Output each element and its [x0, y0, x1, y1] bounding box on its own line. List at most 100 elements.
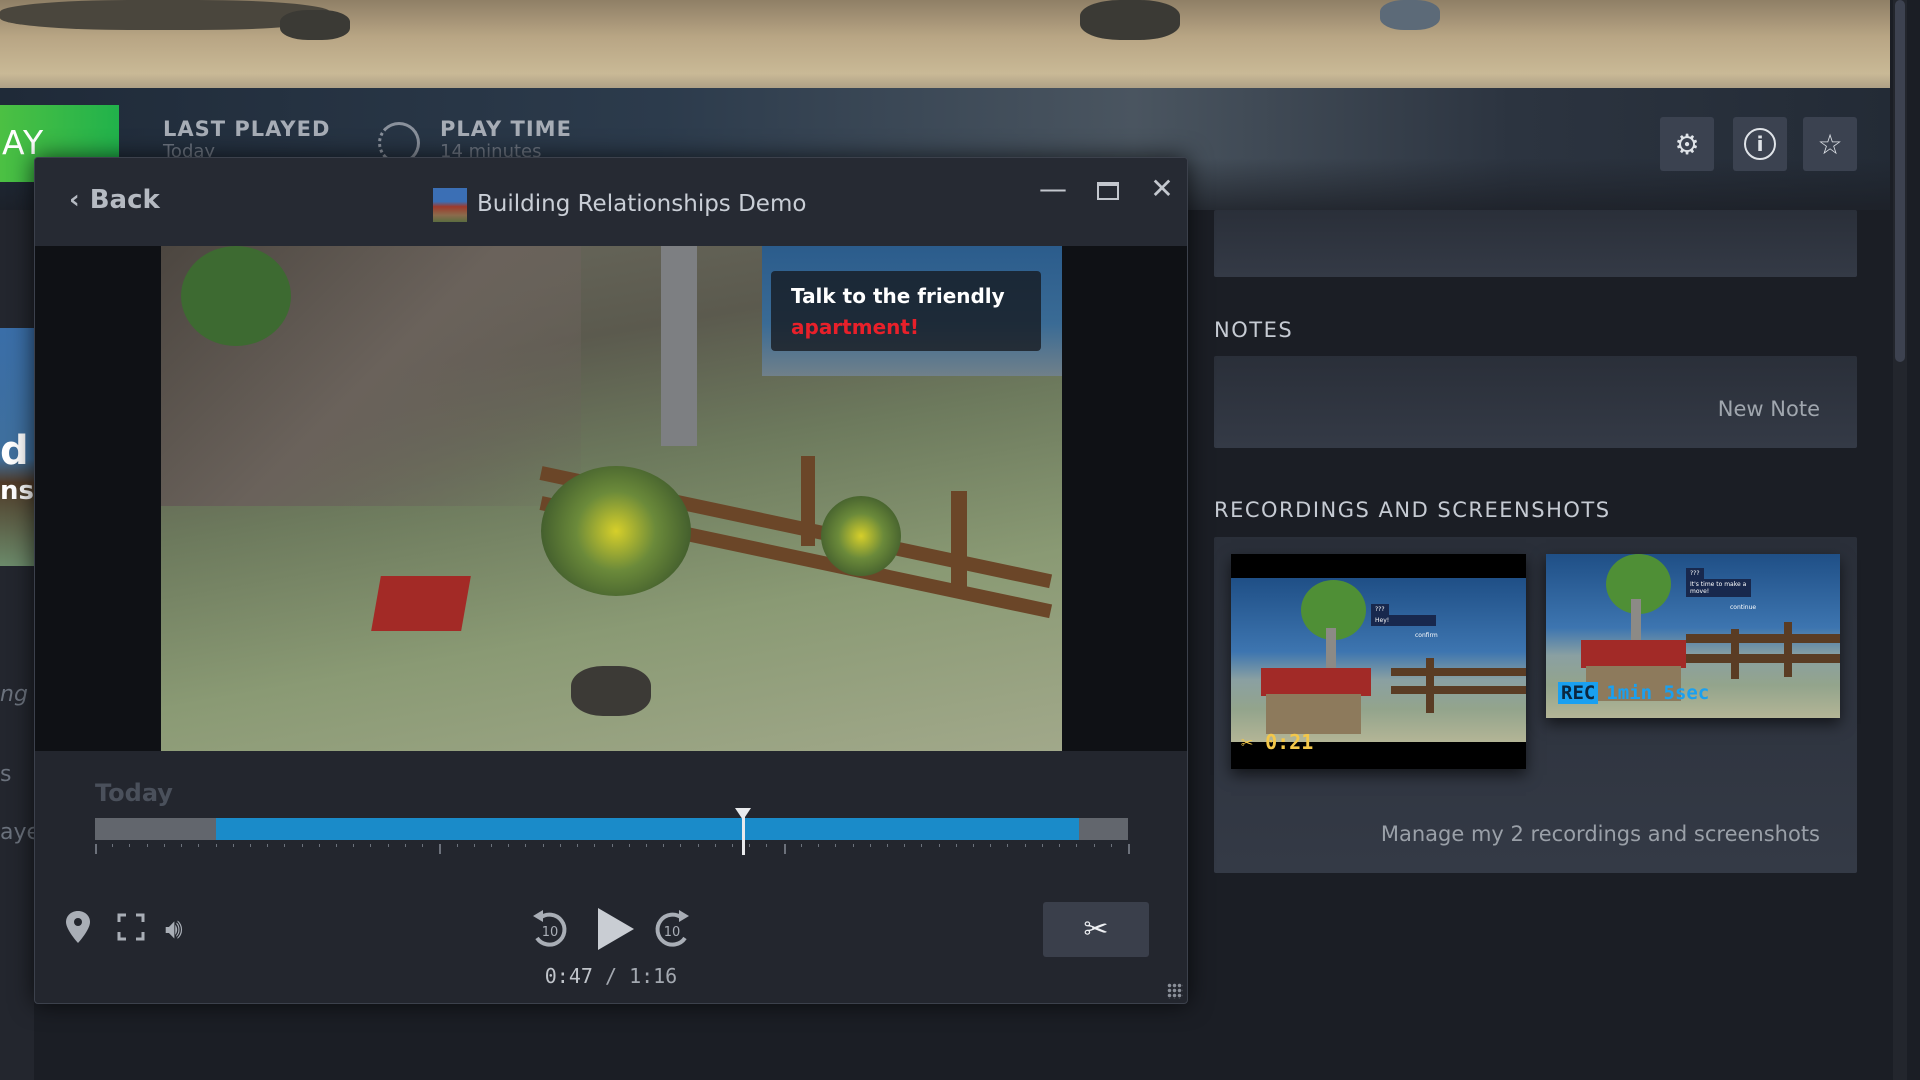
player-title: Building Relationships Demo — [477, 191, 807, 217]
timeline-tick — [129, 844, 131, 847]
last-played: LAST PLAYED Today — [163, 117, 330, 162]
timeline-tick — [697, 844, 699, 847]
game-hero-image — [0, 0, 1890, 92]
timeline-tick — [663, 844, 665, 847]
rewind-10-button[interactable]: 10 — [530, 908, 570, 957]
timeline-tick — [645, 844, 647, 847]
timeline-tick — [559, 844, 561, 847]
rewind-10-icon: 10 — [533, 910, 567, 947]
play-time: PLAY TIME 14 minutes — [440, 117, 572, 162]
timeline-tick — [749, 844, 751, 847]
recordings-heading: RECORDINGS AND SCREENSHOTS — [1214, 498, 1611, 522]
scrollbar[interactable] — [1893, 0, 1907, 1080]
timeline-tick — [422, 844, 424, 847]
timeline-tick — [1093, 844, 1095, 847]
clip-range[interactable] — [215, 818, 1080, 840]
timeline-tick — [1059, 844, 1061, 847]
info-button[interactable]: i — [1733, 117, 1787, 171]
video-viewport[interactable]: Talk to the friendly apartment! — [35, 246, 1187, 751]
resize-handle[interactable] — [1167, 983, 1183, 999]
notes-box[interactable]: New Note — [1214, 356, 1857, 448]
timeline-tick — [490, 844, 492, 847]
timeline-tick — [904, 844, 906, 847]
timeline-tick — [611, 844, 613, 847]
recordings-box: ??? Hey! confirm ✂ 0:21 ??? It's time to… — [1214, 537, 1857, 873]
volume-button[interactable]: 🔊︎ — [165, 912, 183, 946]
timeline-tick — [336, 844, 338, 847]
timeline-tick — [818, 844, 820, 847]
timeline-tick — [1128, 844, 1130, 854]
timeline-tick — [318, 844, 320, 847]
timeline-tick — [404, 844, 406, 847]
fullscreen-button[interactable] — [117, 913, 145, 948]
timeline-tick — [267, 844, 269, 847]
manage-recordings-link[interactable]: Manage my 2 recordings and screenshots — [1381, 822, 1820, 846]
clip-thumbnail[interactable]: ??? Hey! confirm ✂ 0:21 — [1231, 554, 1526, 769]
notes-heading: NOTES — [1214, 318, 1294, 342]
video-frame: Talk to the friendly apartment! — [161, 246, 1062, 751]
rec-badge: REC — [1558, 682, 1599, 704]
game-icon — [433, 188, 467, 222]
timeline-tick — [542, 844, 544, 847]
timeline-tick — [1024, 844, 1026, 847]
timeline-tick — [249, 844, 251, 847]
scrollbar-thumb[interactable] — [1895, 0, 1905, 362]
timeline-tick — [95, 844, 97, 854]
volume-icon: 🔊︎ — [165, 912, 183, 945]
settings-button[interactable]: ⚙ — [1660, 117, 1714, 171]
timeline-tick — [508, 844, 510, 847]
playhead[interactable] — [734, 808, 751, 855]
marker-button[interactable] — [65, 910, 91, 951]
timeline-tick — [198, 844, 200, 847]
play-time-label: PLAY TIME — [440, 117, 572, 141]
timeline-tick — [163, 844, 165, 847]
timeline-tick — [301, 844, 303, 847]
timeline-track[interactable] — [95, 818, 1128, 840]
timeline-tick — [852, 844, 854, 847]
maximize-button[interactable] — [1088, 174, 1128, 207]
timeline-tick — [353, 844, 355, 847]
favorite-button[interactable]: ☆ — [1803, 117, 1857, 171]
forward-10-button[interactable]: 10 — [652, 908, 692, 957]
left-text-2: s — [0, 762, 12, 787]
timeline-tick — [284, 844, 286, 847]
clip-button[interactable]: ✂ — [1043, 902, 1149, 957]
recording-duration: 1min 5sec — [1606, 682, 1710, 704]
timeline-tick — [439, 844, 442, 854]
play-button-player[interactable] — [596, 906, 636, 956]
timeline-tick — [714, 844, 716, 847]
maximize-icon — [1097, 182, 1119, 200]
svg-text:10: 10 — [542, 925, 559, 940]
timeline-ticks — [95, 844, 1130, 856]
back-button[interactable]: ‹ Back — [69, 185, 160, 215]
timeline-tick — [766, 844, 768, 847]
timeline-tick — [456, 844, 458, 847]
forward-10-icon: 10 — [655, 910, 689, 947]
timeline-tick — [869, 844, 871, 847]
timeline-tick — [525, 844, 527, 847]
playback-time: 0:47 / 1:16 — [544, 964, 678, 988]
recording-thumbnail[interactable]: ??? It's time to make a move! continue R… — [1546, 554, 1840, 718]
minimize-button[interactable]: — — [1033, 172, 1073, 205]
timeline-tick — [628, 844, 630, 847]
close-button[interactable]: ✕ — [1142, 172, 1182, 205]
timeline-tick — [1110, 844, 1112, 847]
svg-text:10: 10 — [664, 925, 681, 940]
minimize-icon: — — [1039, 172, 1067, 205]
play-icon — [598, 908, 634, 950]
new-note-button[interactable]: New Note — [1718, 397, 1820, 421]
location-pin-icon — [66, 911, 90, 943]
timeline-tick — [215, 844, 217, 847]
game-capsule-image: d ns — [0, 328, 34, 566]
gear-icon: ⚙ — [1674, 127, 1700, 161]
timeline-tick — [990, 844, 992, 847]
timeline-tick — [938, 844, 940, 847]
timeline-tick — [112, 844, 114, 847]
timeline-tick — [1007, 844, 1009, 847]
timeline-tick — [473, 844, 475, 847]
last-played-label: LAST PLAYED — [163, 117, 331, 141]
scissors-icon: ✂ — [1083, 912, 1109, 947]
player-header: ‹ Back Building Relationships Demo — ✕ — [35, 158, 1187, 246]
close-icon: ✕ — [1150, 172, 1174, 205]
scissors-icon: ✂ — [1241, 730, 1254, 754]
